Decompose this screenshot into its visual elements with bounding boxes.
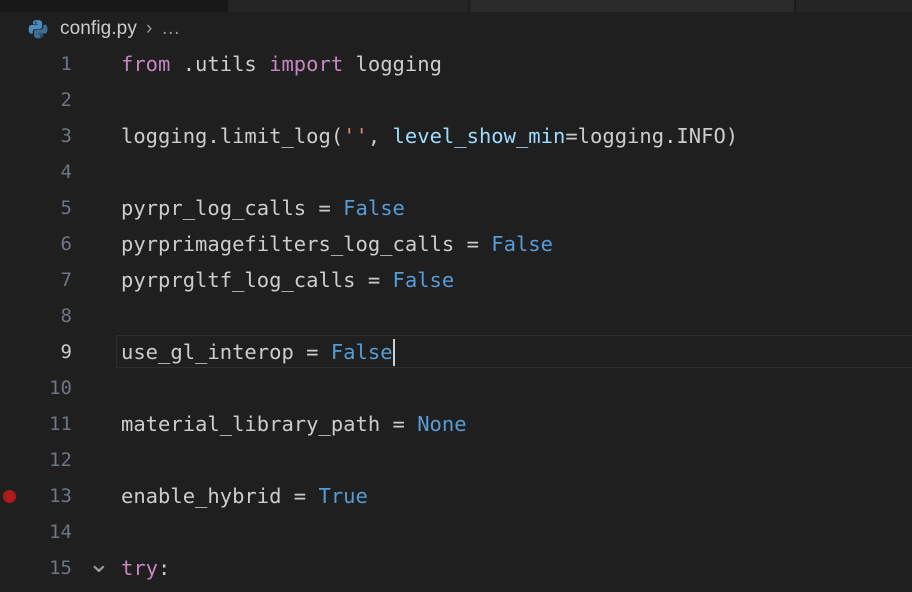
- token-str: '': [343, 124, 368, 148]
- breadcrumb-file-name[interactable]: config.py: [60, 18, 137, 40]
- code-line-10[interactable]: 10: [0, 370, 912, 406]
- token-kw: from: [121, 52, 171, 76]
- editor-tab-3[interactable]: [796, 0, 912, 12]
- code-text[interactable]: use_gl_interop = False: [121, 334, 393, 370]
- code-text[interactable]: material_library_path = None: [121, 406, 467, 442]
- editor-tab-strip[interactable]: [0, 0, 912, 12]
- token-plain: =logging.INFO): [565, 124, 739, 148]
- editor-tab-2[interactable]: [470, 0, 794, 12]
- editor-tab-1[interactable]: [228, 0, 468, 12]
- code-line-9[interactable]: 9 use_gl_interop = False: [0, 334, 912, 370]
- code-text[interactable]: pyrpr_log_calls = False: [121, 190, 405, 226]
- line-number: 5: [60, 197, 72, 219]
- code-line-14[interactable]: 14: [0, 514, 912, 550]
- line-number: 6: [60, 233, 72, 255]
- token-plain: pyrprgltf_log_calls =: [121, 268, 393, 292]
- code-line-2[interactable]: 2: [0, 82, 912, 118]
- code-text[interactable]: enable_hybrid = True: [121, 478, 368, 514]
- code-text[interactable]: from .utils import logging: [121, 46, 442, 82]
- line-number: 12: [49, 449, 72, 471]
- code-text[interactable]: pyrprgltf_log_calls = False: [121, 262, 454, 298]
- token-const: True: [318, 484, 368, 508]
- tab-divider-1: [468, 0, 469, 12]
- code-text[interactable]: logging.limit_log('', level_show_min=log…: [121, 118, 738, 154]
- line-number: 13: [49, 485, 72, 507]
- line-number: 7: [60, 269, 72, 291]
- token-const: False: [392, 268, 455, 292]
- token-param: level_show_min: [392, 124, 566, 148]
- code-line-5[interactable]: 5 pyrpr_log_calls = False: [0, 190, 912, 226]
- code-line-3[interactable]: 3 logging.limit_log('', level_show_min=lo…: [0, 118, 912, 154]
- token-const: None: [417, 412, 467, 436]
- line-number: 9: [60, 341, 72, 363]
- line-number: 4: [60, 161, 72, 183]
- tab-divider-2: [794, 0, 795, 12]
- token-plain: .utils: [170, 52, 270, 76]
- line-number: 14: [49, 521, 72, 543]
- line-number: 10: [49, 377, 72, 399]
- line-number: 3: [60, 125, 72, 147]
- line-number: 15: [49, 557, 72, 579]
- code-line-11[interactable]: 11 material_library_path = None: [0, 406, 912, 442]
- token-const: False: [343, 196, 405, 220]
- code-text[interactable]: pyrprimagefilters_log_calls = False: [121, 226, 553, 262]
- code-line-7[interactable]: 7 pyrprgltf_log_calls = False: [0, 262, 912, 298]
- code-line-12[interactable]: 12: [0, 442, 912, 478]
- line-number: 8: [60, 305, 72, 327]
- token-kw: try: [121, 556, 159, 580]
- token-plain: logging.limit_log(: [121, 124, 344, 148]
- token-plain: ,: [367, 124, 393, 148]
- breadcrumb-overflow-ellipsis[interactable]: …: [161, 18, 181, 40]
- token-plain: use_gl_interop =: [121, 340, 331, 364]
- text-cursor: [392, 339, 395, 366]
- code-text[interactable]: try:: [121, 550, 170, 586]
- token-plain: material_library_path =: [121, 412, 418, 436]
- code-line-1[interactable]: 1 from .utils import logging: [0, 46, 912, 82]
- code-line-6[interactable]: 6 pyrprimagefilters_log_calls = False: [0, 226, 912, 262]
- code-editor[interactable]: 1 from .utils import logging 2 3 logging.lim…: [0, 46, 912, 592]
- token-const: False: [491, 232, 553, 256]
- code-line-13[interactable]: 13 enable_hybrid = True: [0, 478, 912, 514]
- code-line-8[interactable]: 8: [0, 298, 912, 334]
- python-file-icon: [28, 19, 48, 38]
- code-line-4[interactable]: 4: [0, 154, 912, 190]
- token-plain: logging: [343, 52, 442, 76]
- line-number: 1: [60, 53, 72, 75]
- token-plain: pyrprimagefilters_log_calls =: [121, 232, 492, 256]
- token-const: False: [330, 340, 393, 364]
- code-line-15[interactable]: 15 ⌄ try:: [0, 550, 912, 586]
- breadcrumb[interactable]: config.py › …: [0, 12, 912, 46]
- token-plain: pyrpr_log_calls =: [121, 196, 344, 220]
- chevron-down-icon[interactable]: ⌄: [88, 550, 110, 586]
- token-kw: import: [269, 52, 344, 76]
- token-plain: :: [158, 556, 171, 580]
- line-number: 11: [49, 413, 72, 435]
- line-number: 2: [60, 89, 72, 111]
- token-plain: enable_hybrid =: [121, 484, 319, 508]
- chevron-right-icon: ›: [145, 18, 153, 39]
